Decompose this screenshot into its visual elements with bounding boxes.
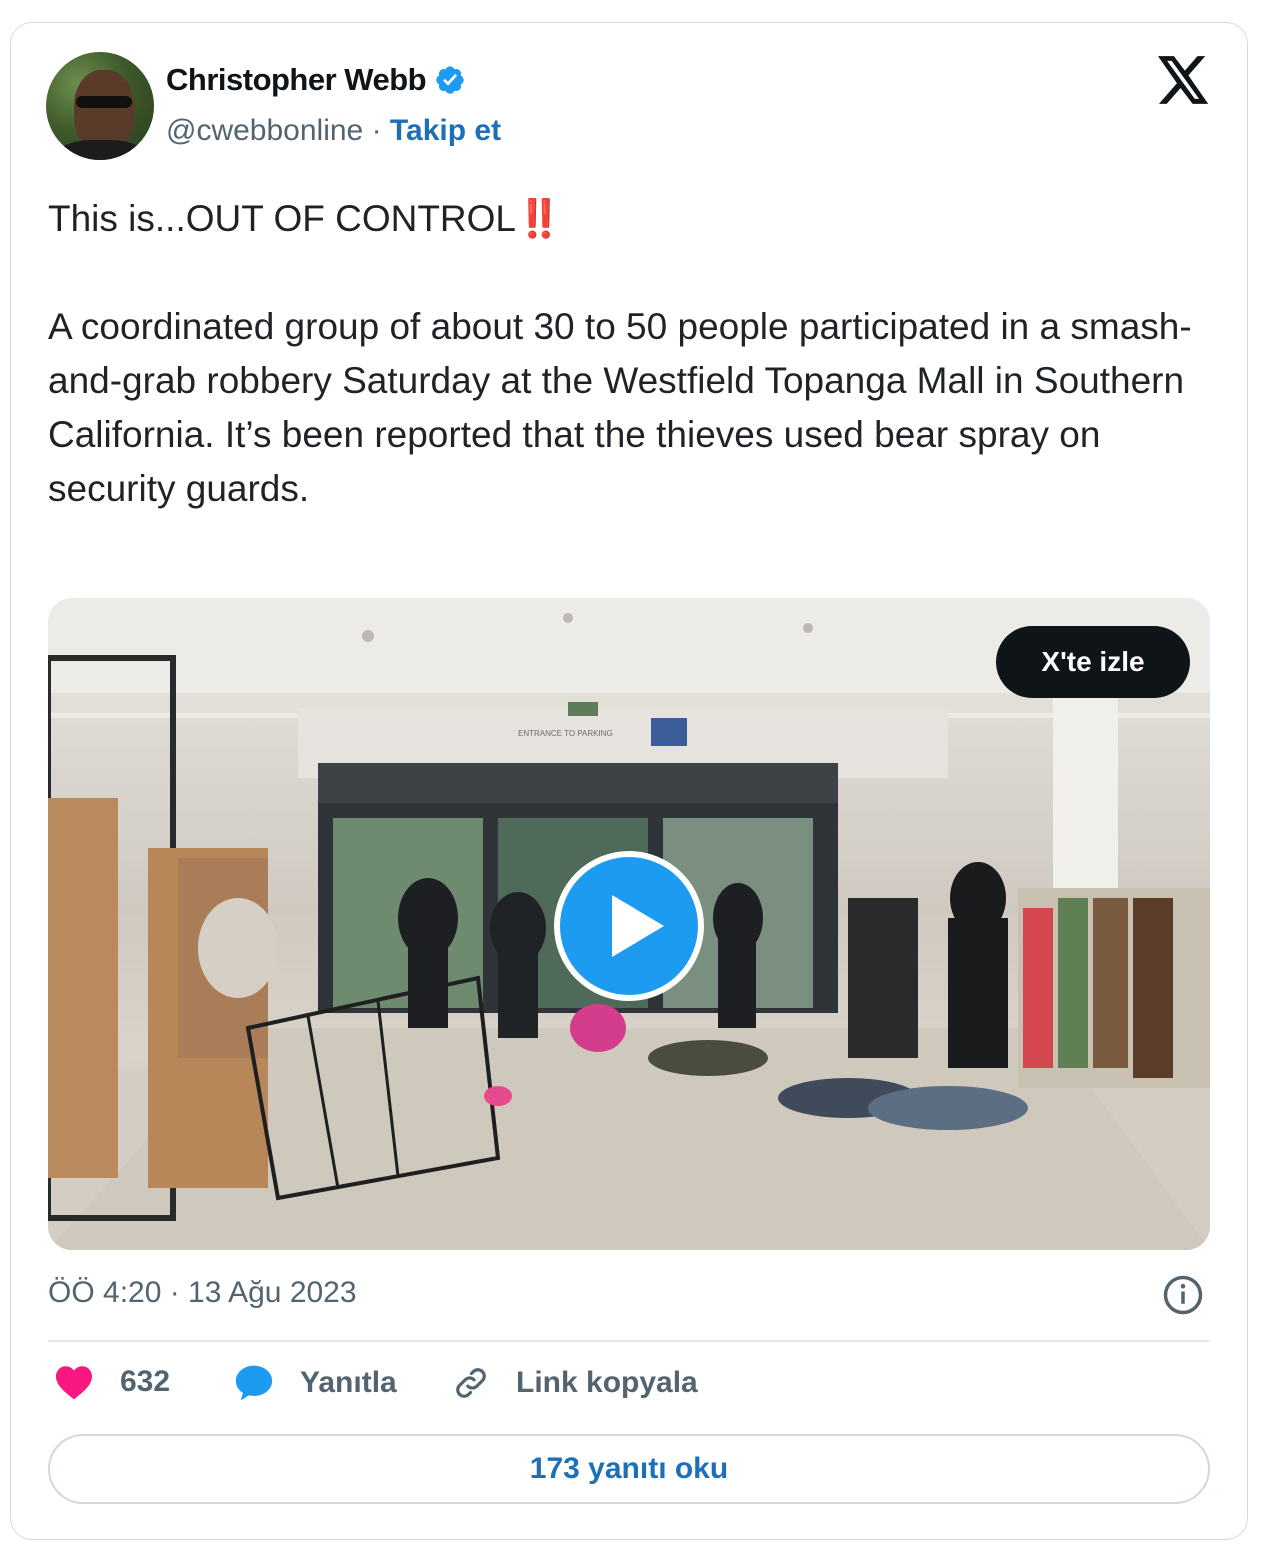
reply-bubble-icon <box>235 1365 273 1401</box>
heart-icon <box>56 1366 92 1400</box>
play-icon <box>612 895 664 957</box>
follow-button[interactable]: Takip et <box>390 114 501 147</box>
tweet-timestamp[interactable]: ÖÖ 4:20 · 13 Ağu 2023 <box>48 1276 357 1310</box>
verified-badge-icon <box>436 66 464 94</box>
parking-sign: ENTRANCE TO PARKING <box>518 729 613 738</box>
author-name[interactable]: Christopher Webb <box>166 62 427 98</box>
x-logo-icon[interactable] <box>1158 56 1210 104</box>
avatar-shirt <box>56 140 146 160</box>
like-count: 632 <box>120 1365 171 1398</box>
double-exclamation-icon: ‼️ <box>516 198 563 239</box>
author-avatar[interactable] <box>46 52 154 160</box>
tweet-body: A coordinated group of about 30 to 50 pe… <box>48 306 1192 509</box>
info-icon[interactable] <box>1162 1274 1204 1316</box>
watch-on-x-button[interactable]: X'te izle <box>996 626 1190 698</box>
avatar-sunglasses <box>76 96 132 108</box>
author-name-row: Christopher Webb <box>166 62 466 98</box>
author-handle-row: @cwebbonline · Takip et <box>166 114 501 148</box>
tweet-text: This is...OUT OF CONTROL‼️ A coordinated… <box>48 192 1218 516</box>
play-button[interactable] <box>554 851 704 1001</box>
author-handle[interactable]: @cwebbonline <box>166 114 363 147</box>
link-icon <box>456 1368 486 1398</box>
actions-divider <box>48 1340 1210 1342</box>
copy-link-label: Link kopyala <box>516 1366 698 1399</box>
copy-link-button[interactable]: Link kopyala <box>452 1364 698 1402</box>
avatar-face <box>74 70 134 150</box>
handle-separator: · <box>363 114 390 147</box>
read-replies-button[interactable]: 173 yanıtı oku <box>48 1434 1210 1504</box>
tweet-headline: This is...OUT OF CONTROL <box>48 198 517 239</box>
reply-button[interactable]: Yanıtla <box>234 1364 397 1402</box>
reply-label: Yanıtla <box>300 1366 397 1399</box>
like-button[interactable]: 632 <box>54 1364 170 1400</box>
